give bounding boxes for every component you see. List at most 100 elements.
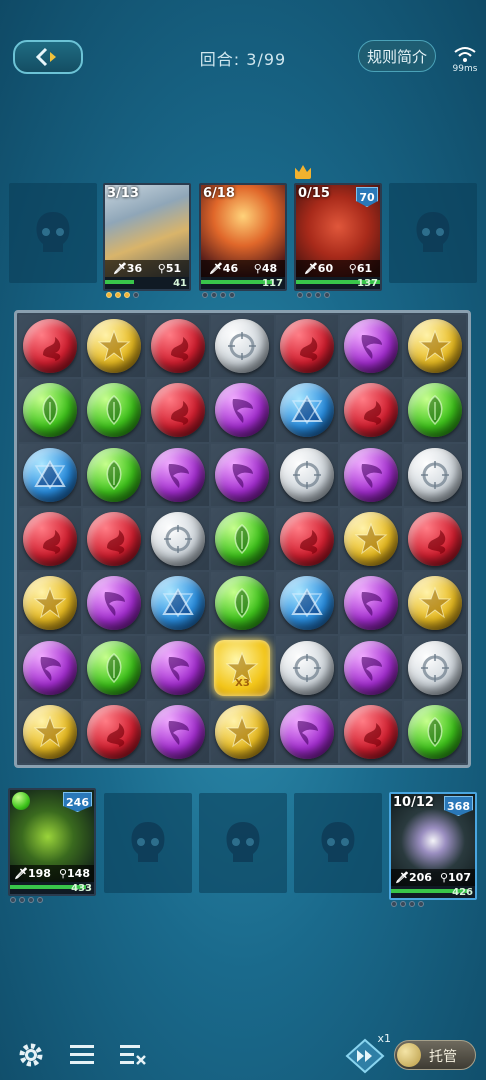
yellow-orb[interactable] <box>23 704 78 759</box>
auto-battle-toggle[interactable]: 托管 <box>394 1040 476 1070</box>
purple-orb[interactable] <box>279 704 334 759</box>
board-cell[interactable] <box>83 507 146 571</box>
green-orb[interactable] <box>215 511 270 566</box>
red-orb[interactable] <box>87 511 142 566</box>
board-cell[interactable] <box>147 315 210 378</box>
red-orb[interactable] <box>151 383 206 438</box>
board-cell[interactable] <box>275 700 338 763</box>
green-orb[interactable] <box>87 640 142 695</box>
board-cell[interactable] <box>147 379 210 442</box>
purple-orb[interactable] <box>151 640 206 695</box>
board-cell[interactable] <box>147 507 210 571</box>
ally-card-2[interactable]: 10/12 368 🗡206 ⚲107 426 <box>389 792 477 900</box>
board-cell[interactable] <box>275 507 338 571</box>
board-cell[interactable] <box>339 572 402 635</box>
board-cell[interactable] <box>83 572 146 635</box>
board-cell[interactable] <box>83 379 146 442</box>
board-cell[interactable]: X3 <box>211 636 274 699</box>
purple-orb[interactable] <box>215 383 270 438</box>
skip-list-icon[interactable] <box>118 1042 148 1068</box>
board-cell[interactable] <box>275 636 338 699</box>
blue-orb[interactable] <box>23 447 78 502</box>
red-orb[interactable] <box>23 511 78 566</box>
board-cell[interactable] <box>211 507 274 571</box>
board-cell[interactable] <box>339 636 402 699</box>
purple-orb[interactable] <box>87 576 142 631</box>
speed-button[interactable]: x1 <box>345 1032 391 1074</box>
board-cell[interactable] <box>19 443 82 506</box>
yellow-orb[interactable] <box>87 319 142 374</box>
board-cell[interactable] <box>403 443 466 506</box>
board-cell[interactable] <box>275 443 338 506</box>
white-orb[interactable] <box>279 640 334 695</box>
white-orb[interactable] <box>407 447 462 502</box>
green-orb[interactable] <box>407 383 462 438</box>
board-cell[interactable] <box>403 700 466 763</box>
board-cell[interactable] <box>211 315 274 378</box>
ally-card-1[interactable]: 246 🗡198 ⚲148 433 <box>8 788 96 896</box>
green-orb[interactable] <box>87 383 142 438</box>
board-cell[interactable] <box>403 315 466 378</box>
board-cell[interactable] <box>275 572 338 635</box>
yellow-orb[interactable] <box>343 511 398 566</box>
red-orb[interactable] <box>343 383 398 438</box>
board-cell[interactable] <box>83 443 146 506</box>
board-cell[interactable] <box>83 700 146 763</box>
white-orb[interactable] <box>151 511 206 566</box>
enemy-card-2[interactable]: 6/18 🗡46 ⚲48 117 <box>199 183 287 291</box>
board-cell[interactable] <box>339 700 402 763</box>
red-orb[interactable] <box>343 704 398 759</box>
white-orb[interactable] <box>279 447 334 502</box>
blue-orb[interactable] <box>279 576 334 631</box>
white-orb[interactable] <box>215 319 270 374</box>
board-cell[interactable] <box>211 379 274 442</box>
yellow-orb[interactable] <box>23 576 78 631</box>
board-cell[interactable] <box>19 572 82 635</box>
board-cell[interactable] <box>275 315 338 378</box>
board-cell[interactable] <box>19 379 82 442</box>
enemy-card-3[interactable]: 0/15 70 🗡60 ⚲61 137 <box>294 183 382 291</box>
red-orb[interactable] <box>279 511 334 566</box>
board-cell[interactable] <box>211 443 274 506</box>
yellow-orb[interactable] <box>215 704 270 759</box>
board-cell[interactable] <box>83 315 146 378</box>
board-cell[interactable] <box>339 379 402 442</box>
purple-orb[interactable] <box>23 640 78 695</box>
board-cell[interactable] <box>147 636 210 699</box>
board-cell[interactable] <box>275 379 338 442</box>
board-cell[interactable] <box>211 572 274 635</box>
purple-orb[interactable] <box>343 640 398 695</box>
board-cell[interactable] <box>339 507 402 571</box>
purple-orb[interactable] <box>343 576 398 631</box>
menu-icon[interactable] <box>68 1042 96 1068</box>
board-cell[interactable] <box>147 700 210 763</box>
purple-orb[interactable] <box>343 447 398 502</box>
board-cell[interactable] <box>211 700 274 763</box>
yellow-orb[interactable] <box>407 319 462 374</box>
board-cell[interactable] <box>83 636 146 699</box>
board-cell[interactable] <box>403 507 466 571</box>
green-orb[interactable] <box>215 576 270 631</box>
red-orb[interactable] <box>407 511 462 566</box>
special-orb[interactable]: X3 <box>214 639 271 696</box>
red-orb[interactable] <box>23 319 78 374</box>
board-cell[interactable] <box>19 315 82 378</box>
enemy-card-1[interactable]: 3/13 🗡36 ⚲51 41 <box>103 183 191 291</box>
board-cell[interactable] <box>339 443 402 506</box>
board-cell[interactable] <box>147 572 210 635</box>
rules-button[interactable]: 规则简介 <box>358 40 436 72</box>
purple-orb[interactable] <box>215 447 270 502</box>
puzzle-board[interactable]: X3 <box>14 310 471 768</box>
green-orb[interactable] <box>407 704 462 759</box>
green-orb[interactable] <box>23 383 78 438</box>
board-cell[interactable] <box>19 507 82 571</box>
gear-icon[interactable] <box>16 1040 46 1070</box>
board-cell[interactable] <box>19 700 82 763</box>
red-orb[interactable] <box>87 704 142 759</box>
board-cell[interactable] <box>147 443 210 506</box>
yellow-orb[interactable] <box>407 576 462 631</box>
board-cell[interactable] <box>403 379 466 442</box>
board-cell[interactable] <box>403 572 466 635</box>
purple-orb[interactable] <box>151 704 206 759</box>
purple-orb[interactable] <box>151 447 206 502</box>
